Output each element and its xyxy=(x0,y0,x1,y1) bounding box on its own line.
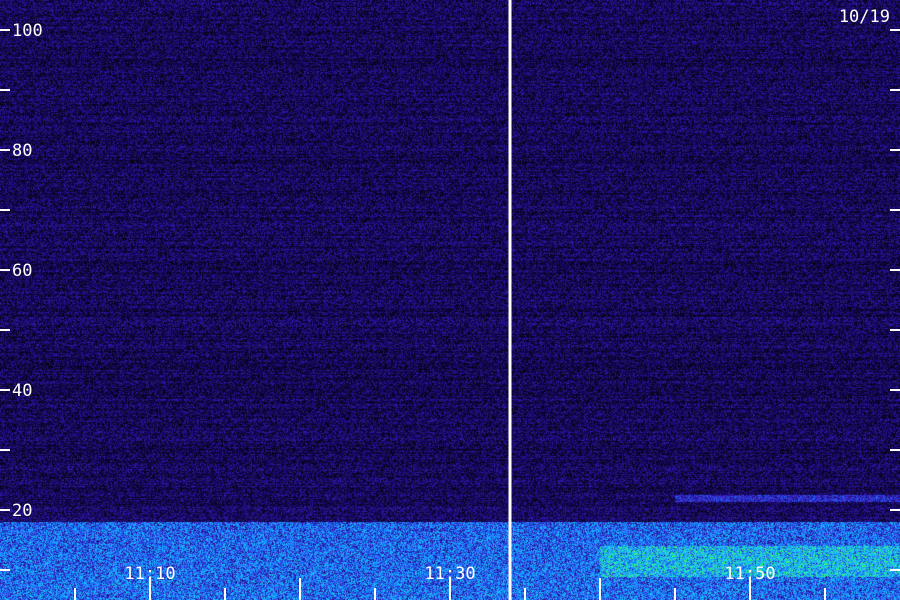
y-tick-label: 80 xyxy=(12,141,32,161)
x-tick-label: 11:50 xyxy=(724,564,775,584)
y-axis: 20 40 60 80 100 xyxy=(0,21,900,571)
spectrogram-chart: 20 40 60 80 100 11:10 11:30 11:50 10/19 xyxy=(0,0,900,600)
y-tick-label: 60 xyxy=(12,261,32,281)
y-tick-label: 20 xyxy=(12,501,32,521)
x-axis: 11:10 11:30 11:50 xyxy=(74,564,826,600)
y-tick-label: 100 xyxy=(12,21,43,41)
date-label: 10/19 xyxy=(839,7,890,27)
x-tick-label: 11:10 xyxy=(124,564,175,584)
axes-overlay: 20 40 60 80 100 11:10 11:30 11:50 10/19 xyxy=(0,0,900,600)
y-tick-label: 40 xyxy=(12,381,32,401)
x-tick-label: 11:30 xyxy=(424,564,475,584)
